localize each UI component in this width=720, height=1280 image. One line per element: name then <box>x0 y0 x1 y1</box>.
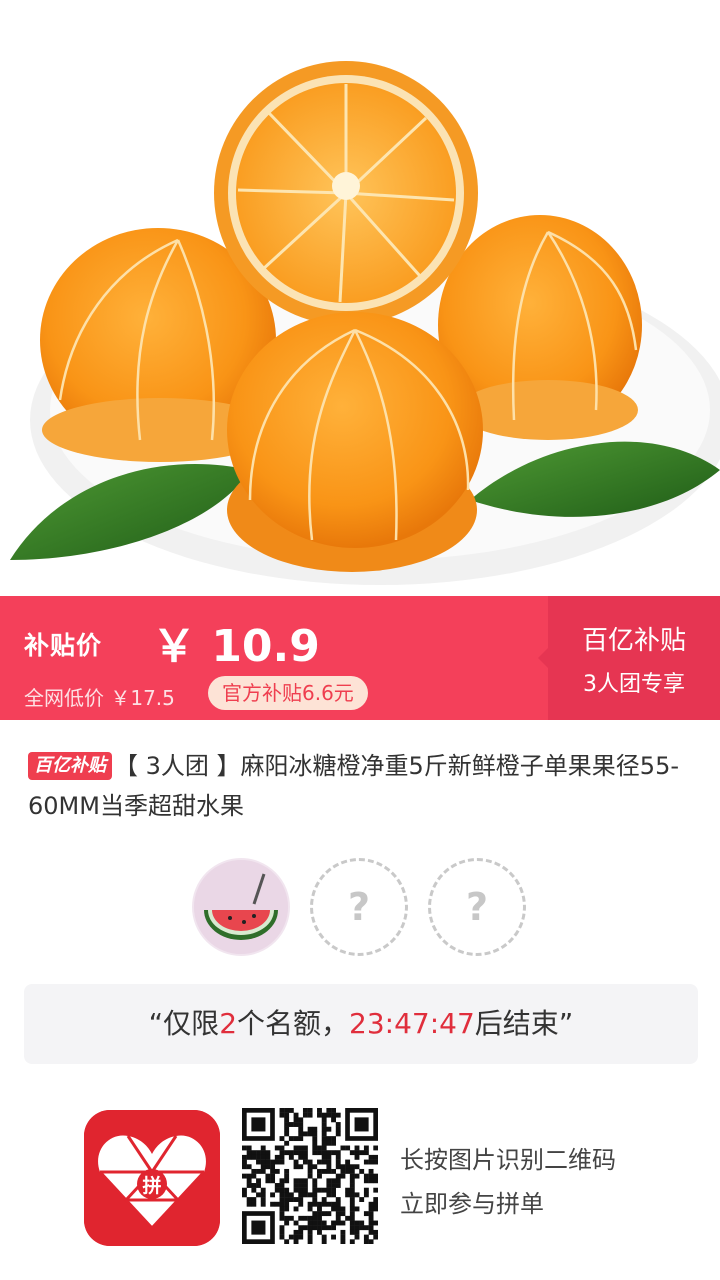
official-subsidy-badge: 官方补贴6.6元 <box>208 676 368 710</box>
countdown-prefix: “仅限 <box>148 1007 220 1040</box>
price-section: 补贴价 ￥ 10.9 全网低价 ￥17.5 官方补贴6.6元 <box>0 596 548 720</box>
lowest-price-text: 全网低价 ￥17.5 <box>24 686 175 710</box>
countdown-suffix: 后结束” <box>474 1007 574 1040</box>
qr-code <box>242 1108 379 1245</box>
scan-instruction-line2: 立即参与拼单 <box>400 1190 544 1218</box>
empty-slot: ? <box>310 858 408 956</box>
product-image <box>0 0 720 596</box>
quota-count: 2 <box>219 1007 238 1040</box>
countdown-timer: 23:47:47 <box>349 1007 475 1040</box>
billion-subsidy-title: 百亿补贴 <box>581 626 686 656</box>
product-title: 百亿补贴【 3人团 】麻阳冰糖橙净重5斤新鲜橙子单果果径55-60MM当季超甜水… <box>28 746 700 826</box>
scan-instruction-line1: 长按图片识别二维码 <box>400 1146 616 1174</box>
group-exclusive-text: 3人团专享 <box>583 672 685 697</box>
price-banner: 补贴价 ￥ 10.9 全网低价 ￥17.5 官方补贴6.6元 百亿补贴 3人团专… <box>0 596 720 720</box>
avatar <box>192 858 290 956</box>
countdown-box: “仅限2个名额，23:47:47后结束” <box>24 984 698 1064</box>
billion-subsidy-panel: 百亿补贴 3人团专享 <box>538 596 720 720</box>
group-members: ? ? <box>192 858 532 958</box>
scan-instructions: 长按图片识别二维码 立即参与拼单 <box>400 1138 616 1226</box>
share-poster: 补贴价 ￥ 10.9 全网低价 ￥17.5 官方补贴6.6元 百亿补贴 3人团专… <box>0 0 720 1280</box>
billion-subsidy-tag: 百亿补贴 <box>28 752 112 780</box>
watermelon-icon <box>194 860 288 954</box>
product-title-text: 【 3人团 】麻阳冰糖橙净重5斤新鲜橙子单果果径55-60MM当季超甜水果 <box>28 752 679 820</box>
subsidy-price: ￥ 10.9 <box>152 621 320 672</box>
subsidy-price-label: 补贴价 <box>24 631 103 660</box>
empty-slot: ? <box>428 858 526 956</box>
app-logo-char: 拼 <box>142 1174 161 1197</box>
countdown-middle: 个名额， <box>237 1007 350 1040</box>
pinduoduo-logo-icon: 拼 <box>84 1110 220 1246</box>
